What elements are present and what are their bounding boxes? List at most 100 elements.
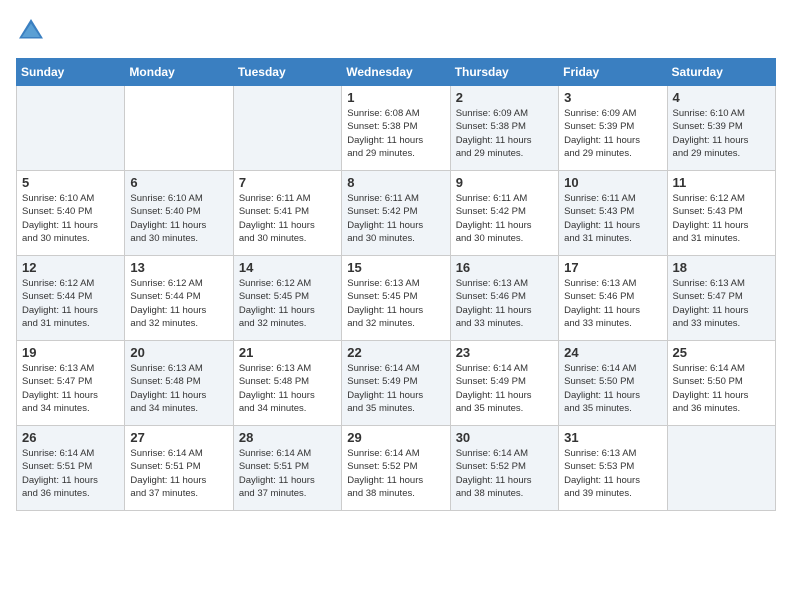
day-number: 14 [239, 260, 336, 275]
weekday-header-sunday: Sunday [17, 59, 125, 86]
calendar-cell: 18 Sunrise: 6:13 AM Sunset: 5:47 PM Dayli… [667, 256, 775, 341]
calendar-cell: 1 Sunrise: 6:08 AM Sunset: 5:38 PM Daylig… [342, 86, 450, 171]
weekday-header-thursday: Thursday [450, 59, 558, 86]
day-info: Sunrise: 6:12 AM Sunset: 5:45 PM Dayligh… [239, 277, 336, 330]
day-info: Sunrise: 6:11 AM Sunset: 5:42 PM Dayligh… [456, 192, 553, 245]
day-number: 8 [347, 175, 444, 190]
calendar-week-row: 12 Sunrise: 6:12 AM Sunset: 5:44 PM Dayli… [17, 256, 776, 341]
calendar-cell: 3Sunrise: 6:09 AM Sunset: 5:39 PM Daylig… [559, 86, 667, 171]
day-number: 24 [564, 345, 661, 360]
day-number: 20 [130, 345, 227, 360]
calendar-table: SundayMondayTuesdayWednesdayThursdayFrid… [16, 58, 776, 511]
day-info: Sunrise: 6:14 AM Sunset: 5:52 PM Dayligh… [347, 447, 444, 500]
weekday-header-monday: Monday [125, 59, 233, 86]
calendar-cell: 31 Sunrise: 6:13 AM Sunset: 5:53 PM Dayli… [559, 426, 667, 511]
day-number: 21 [239, 345, 336, 360]
calendar-cell: 20 Sunrise: 6:13 AM Sunset: 5:48 PM Dayli… [125, 341, 233, 426]
calendar-cell: 22Sunrise: 6:14 AM Sunset: 5:49 PM Dayli… [342, 341, 450, 426]
day-info: Sunrise: 6:10 AM Sunset: 5:40 PM Dayligh… [22, 192, 119, 245]
day-info: Sunrise: 6:14 AM Sunset: 5:49 PM Dayligh… [456, 362, 553, 415]
calendar-week-row: 26 Sunrise: 6:14 AM Sunset: 5:51 PM Dayli… [17, 426, 776, 511]
day-info: Sunrise: 6:13 AM Sunset: 5:53 PM Dayligh… [564, 447, 661, 500]
day-info: Sunrise: 6:11 AM Sunset: 5:41 PM Dayligh… [239, 192, 336, 245]
day-info: Sunrise: 6:14 AM Sunset: 5:50 PM Dayligh… [564, 362, 661, 415]
calendar-cell: 27 Sunrise: 6:14 AM Sunset: 5:51 PM Dayli… [125, 426, 233, 511]
calendar-cell: 7 Sunrise: 6:11 AM Sunset: 5:41 PM Daylig… [233, 171, 341, 256]
day-info: Sunrise: 6:12 AM Sunset: 5:43 PM Dayligh… [673, 192, 770, 245]
logo-icon [16, 16, 46, 46]
day-info: Sunrise: 6:13 AM Sunset: 5:47 PM Dayligh… [22, 362, 119, 415]
calendar-cell: 4 Sunrise: 6:10 AM Sunset: 5:39 PM Daylig… [667, 86, 775, 171]
calendar-cell: 29 Sunrise: 6:14 AM Sunset: 5:52 PM Dayli… [342, 426, 450, 511]
day-number: 27 [130, 430, 227, 445]
calendar-cell: 26 Sunrise: 6:14 AM Sunset: 5:51 PM Dayli… [17, 426, 125, 511]
day-info: Sunrise: 6:13 AM Sunset: 5:45 PM Dayligh… [347, 277, 444, 330]
calendar-cell: 17 Sunrise: 6:13 AM Sunset: 5:46 PM Dayli… [559, 256, 667, 341]
day-number: 17 [564, 260, 661, 275]
day-info: Sunrise: 6:12 AM Sunset: 5:44 PM Dayligh… [22, 277, 119, 330]
day-number: 19 [22, 345, 119, 360]
day-number: 18 [673, 260, 770, 275]
day-number: 30 [456, 430, 553, 445]
weekday-header-tuesday: Tuesday [233, 59, 341, 86]
day-number: 7 [239, 175, 336, 190]
calendar-cell: 14 Sunrise: 6:12 AM Sunset: 5:45 PM Dayli… [233, 256, 341, 341]
weekday-header-wednesday: Wednesday [342, 59, 450, 86]
calendar-cell [17, 86, 125, 171]
day-number: 25 [673, 345, 770, 360]
day-number: 12 [22, 260, 119, 275]
day-info: Sunrise: 6:14 AM Sunset: 5:51 PM Dayligh… [130, 447, 227, 500]
calendar-cell: 23Sunrise: 6:14 AM Sunset: 5:49 PM Dayli… [450, 341, 558, 426]
day-number: 10 [564, 175, 661, 190]
day-number: 16 [456, 260, 553, 275]
logo [16, 16, 50, 46]
page-header [16, 16, 776, 46]
day-number: 6 [130, 175, 227, 190]
day-info: Sunrise: 6:13 AM Sunset: 5:47 PM Dayligh… [673, 277, 770, 330]
calendar-week-row: 5Sunrise: 6:10 AM Sunset: 5:40 PM Daylig… [17, 171, 776, 256]
calendar-cell: 12 Sunrise: 6:12 AM Sunset: 5:44 PM Dayli… [17, 256, 125, 341]
day-number: 13 [130, 260, 227, 275]
calendar-week-row: 19 Sunrise: 6:13 AM Sunset: 5:47 PM Dayli… [17, 341, 776, 426]
calendar-cell: 13 Sunrise: 6:12 AM Sunset: 5:44 PM Dayli… [125, 256, 233, 341]
day-info: Sunrise: 6:13 AM Sunset: 5:48 PM Dayligh… [130, 362, 227, 415]
day-info: Sunrise: 6:14 AM Sunset: 5:51 PM Dayligh… [22, 447, 119, 500]
day-info: Sunrise: 6:11 AM Sunset: 5:42 PM Dayligh… [347, 192, 444, 245]
calendar-cell: 19 Sunrise: 6:13 AM Sunset: 5:47 PM Dayli… [17, 341, 125, 426]
day-number: 15 [347, 260, 444, 275]
weekday-header-friday: Friday [559, 59, 667, 86]
day-info: Sunrise: 6:11 AM Sunset: 5:43 PM Dayligh… [564, 192, 661, 245]
day-number: 3 [564, 90, 661, 105]
calendar-cell [125, 86, 233, 171]
calendar-cell: 9 Sunrise: 6:11 AM Sunset: 5:42 PM Daylig… [450, 171, 558, 256]
day-info: Sunrise: 6:10 AM Sunset: 5:40 PM Dayligh… [130, 192, 227, 245]
day-info: Sunrise: 6:14 AM Sunset: 5:52 PM Dayligh… [456, 447, 553, 500]
calendar-cell [667, 426, 775, 511]
day-info: Sunrise: 6:08 AM Sunset: 5:38 PM Dayligh… [347, 107, 444, 160]
day-number: 26 [22, 430, 119, 445]
calendar-cell: 10 Sunrise: 6:11 AM Sunset: 5:43 PM Dayli… [559, 171, 667, 256]
day-number: 1 [347, 90, 444, 105]
day-number: 9 [456, 175, 553, 190]
weekday-header-saturday: Saturday [667, 59, 775, 86]
weekday-header-row: SundayMondayTuesdayWednesdayThursdayFrid… [17, 59, 776, 86]
day-info: Sunrise: 6:12 AM Sunset: 5:44 PM Dayligh… [130, 277, 227, 330]
calendar-cell: 16Sunrise: 6:13 AM Sunset: 5:46 PM Dayli… [450, 256, 558, 341]
calendar-cell: 6 Sunrise: 6:10 AM Sunset: 5:40 PM Daylig… [125, 171, 233, 256]
day-info: Sunrise: 6:14 AM Sunset: 5:49 PM Dayligh… [347, 362, 444, 415]
calendar-cell: 30 Sunrise: 6:14 AM Sunset: 5:52 PM Dayli… [450, 426, 558, 511]
day-info: Sunrise: 6:10 AM Sunset: 5:39 PM Dayligh… [673, 107, 770, 160]
day-info: Sunrise: 6:13 AM Sunset: 5:48 PM Dayligh… [239, 362, 336, 415]
day-info: Sunrise: 6:14 AM Sunset: 5:50 PM Dayligh… [673, 362, 770, 415]
day-number: 29 [347, 430, 444, 445]
calendar-cell: 25 Sunrise: 6:14 AM Sunset: 5:50 PM Dayli… [667, 341, 775, 426]
day-info: Sunrise: 6:14 AM Sunset: 5:51 PM Dayligh… [239, 447, 336, 500]
calendar-cell: 5Sunrise: 6:10 AM Sunset: 5:40 PM Daylig… [17, 171, 125, 256]
calendar-cell: 11Sunrise: 6:12 AM Sunset: 5:43 PM Dayli… [667, 171, 775, 256]
day-number: 2 [456, 90, 553, 105]
day-number: 31 [564, 430, 661, 445]
calendar-cell: 24 Sunrise: 6:14 AM Sunset: 5:50 PM Dayli… [559, 341, 667, 426]
day-number: 4 [673, 90, 770, 105]
day-info: Sunrise: 6:13 AM Sunset: 5:46 PM Dayligh… [564, 277, 661, 330]
day-number: 28 [239, 430, 336, 445]
